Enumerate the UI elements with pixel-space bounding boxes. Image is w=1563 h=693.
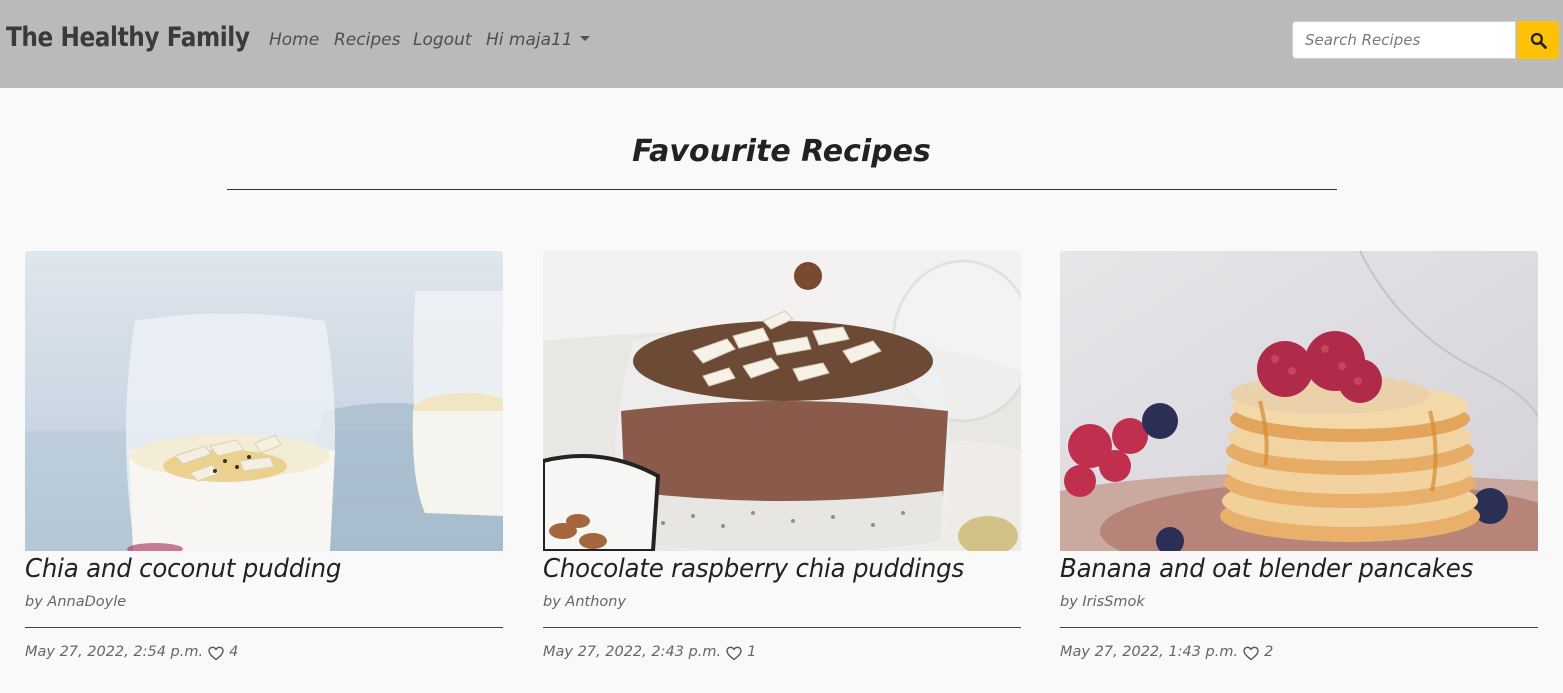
recipe-author: by IrisSmok [1060,594,1145,610]
brand-logo[interactable]: The Healthy Family [6,22,250,53]
recipe-title[interactable]: Banana and oat blender pancakes [1060,554,1509,584]
recipe-meta: May 27, 2022, 2:54 p.m. 4 [25,644,503,660]
card-divider [543,627,1021,628]
like-count: 2 [1264,644,1274,660]
page-title: Favourite Recipes [632,134,931,169]
like-count: 1 [747,644,757,660]
recipe-date: May 27, 2022, 2:54 p.m. [25,644,204,660]
recipe-date: May 27, 2022, 2:43 p.m. [543,644,722,660]
like-count: 4 [229,644,239,660]
recipe-title[interactable]: Chocolate raspberry chia puddings [543,554,992,584]
heart-icon[interactable] [1243,646,1259,661]
search-button[interactable] [1517,21,1559,59]
recipe-card: Chocolate raspberry chia puddings by Ant… [543,251,1021,660]
card-divider [1060,627,1538,628]
recipe-meta: May 27, 2022, 2:43 p.m. 1 [543,644,1021,660]
search-icon [1530,32,1547,49]
nav-link-recipes[interactable]: Recipes [334,30,400,50]
recipe-image[interactable] [25,251,503,551]
caret-down-icon [579,35,590,41]
recipe-author: by Anthony [543,594,627,610]
card-divider [25,627,503,628]
heart-icon[interactable] [208,646,224,661]
recipe-author: by AnnaDoyle [25,594,127,610]
recipe-title[interactable]: Chia and coconut pudding [25,554,474,584]
recipe-image[interactable] [543,251,1021,551]
recipe-card: Chia and coconut pudding by AnnaDoyle Ma… [25,251,503,660]
title-divider [227,189,1337,190]
nav-link-home[interactable]: Home [269,30,319,50]
user-menu-label: Hi maja11 [486,30,573,50]
heart-icon[interactable] [726,646,742,661]
recipe-card: Banana and oat blender pancakes by IrisS… [1060,251,1538,660]
search-input[interactable] [1292,21,1516,59]
nav-link-logout[interactable]: Logout [413,30,472,50]
recipe-meta: May 27, 2022, 1:43 p.m. 2 [1060,644,1538,660]
recipe-image[interactable] [1060,251,1538,551]
recipe-date: May 27, 2022, 1:43 p.m. [1060,644,1239,660]
user-menu-dropdown[interactable]: Hi maja11 [486,30,590,50]
navbar: The Healthy Family Home Recipes Logout H… [0,0,1563,88]
